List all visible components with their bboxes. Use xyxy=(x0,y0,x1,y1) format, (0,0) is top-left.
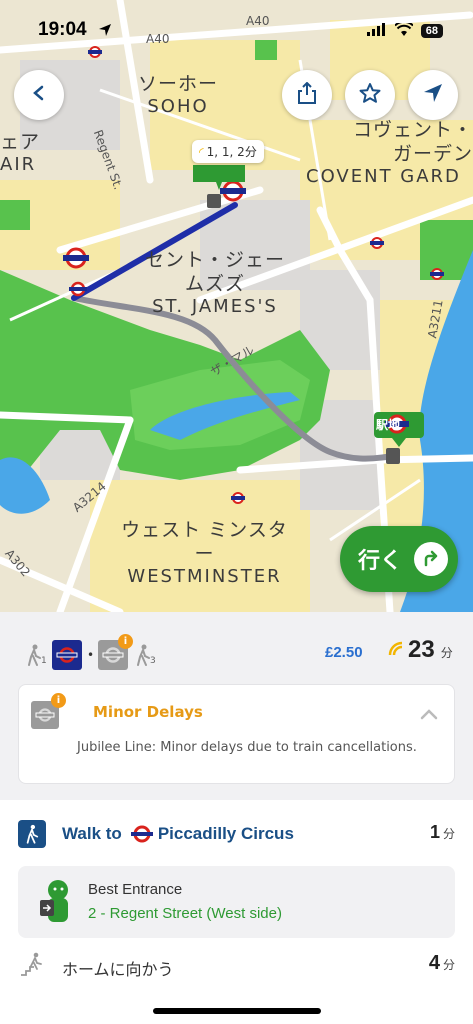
share-icon xyxy=(297,81,317,108)
route-summary[interactable]: 1 • i 3 £2.50 23 分 xyxy=(0,612,473,682)
walk-step-header: Walk to Piccadilly Circus xyxy=(18,820,294,848)
walk-step-title: Walk to Piccadilly Circus xyxy=(62,824,294,843)
alert-title: Minor Delays xyxy=(93,703,203,721)
go-button-label: 行く xyxy=(358,549,403,574)
walking-person-icon xyxy=(18,820,46,848)
map-view[interactable]: ソーホー SOHO コヴェント・ガーデン COVENT GARD ェア AIR … xyxy=(0,0,473,612)
walk-icon xyxy=(135,644,151,670)
realtime-signal-icon: ◜ xyxy=(199,145,204,159)
favorite-button[interactable] xyxy=(345,70,395,120)
platform-step-label: ホームに向かう xyxy=(62,960,174,979)
walk-step-minutes: 1分 xyxy=(429,822,455,842)
best-entrance-card[interactable]: Best Entrance 2 - Regent Street (West si… xyxy=(18,866,455,938)
status-time: 19:04 xyxy=(38,19,87,40)
alert-icon: i xyxy=(118,634,133,649)
separator-dot: • xyxy=(87,648,95,662)
destination-station-badge[interactable]: 駅地 xyxy=(376,416,400,433)
route-segment-callout[interactable]: ◜ 1, 1, 2分 xyxy=(192,140,264,163)
area-label-st-james: セント・ジェームズズ ST. JAMES'S xyxy=(144,249,285,317)
best-entrance-value: 2 - Regent Street (West side) xyxy=(88,905,282,922)
alert-icon: i xyxy=(51,693,66,708)
best-entrance-label: Best Entrance xyxy=(88,881,183,898)
platform-step-minutes: 4分 xyxy=(428,952,455,974)
share-button[interactable] xyxy=(282,70,332,120)
back-button[interactable] xyxy=(14,70,64,120)
route-details-sheet[interactable]: 1 • i 3 £2.50 23 分 i Minor Delays Jubile… xyxy=(0,612,473,1024)
trip-duration: 23 分 xyxy=(388,636,453,664)
area-label-westminster: ウェスト ミンスター WESTMINSTER xyxy=(121,519,288,587)
status-bar: 19:04 68 xyxy=(0,0,473,44)
back-chevron-icon xyxy=(31,85,47,105)
stairs-walk-icon xyxy=(20,952,44,980)
platform-step-row[interactable]: ホームに向かう 4分 xyxy=(18,950,455,986)
location-arrow-icon xyxy=(423,83,443,107)
area-label-covent-garden: コヴェント・ガーデン COVENT GARD xyxy=(306,119,473,187)
wifi-icon xyxy=(394,20,414,40)
service-alert-card[interactable]: i Minor Delays Jubilee Line: Minor delay… xyxy=(18,684,455,784)
tube-roundel-icon xyxy=(130,825,154,843)
step-count: 1 xyxy=(41,656,47,666)
chevron-up-icon[interactable] xyxy=(420,705,438,724)
step-count: 3 xyxy=(150,656,156,666)
tube-line-badge xyxy=(52,640,82,670)
area-label-soho: ソーホー SOHO xyxy=(138,73,219,117)
home-indicator[interactable] xyxy=(153,1008,321,1014)
location-services-icon xyxy=(98,22,112,41)
go-button[interactable]: 行く xyxy=(340,526,458,592)
locate-me-button[interactable] xyxy=(408,70,458,120)
battery-indicator: 68 xyxy=(420,23,443,38)
area-label-mayfair: ェア AIR xyxy=(0,131,41,175)
alert-description: Jubilee Line: Minor delays due to train … xyxy=(77,740,417,755)
fare-price: £2.50 xyxy=(325,644,363,661)
walk-step-section[interactable]: Walk to Piccadilly Circus 1分 Best Entran… xyxy=(0,800,473,1024)
walk-icon xyxy=(26,644,42,670)
realtime-signal-icon xyxy=(388,641,404,661)
turn-right-arrow-icon xyxy=(414,542,449,576)
cellular-signal-icon xyxy=(366,21,387,40)
station-entrance-mascot-icon xyxy=(36,878,74,928)
star-icon xyxy=(359,82,381,108)
